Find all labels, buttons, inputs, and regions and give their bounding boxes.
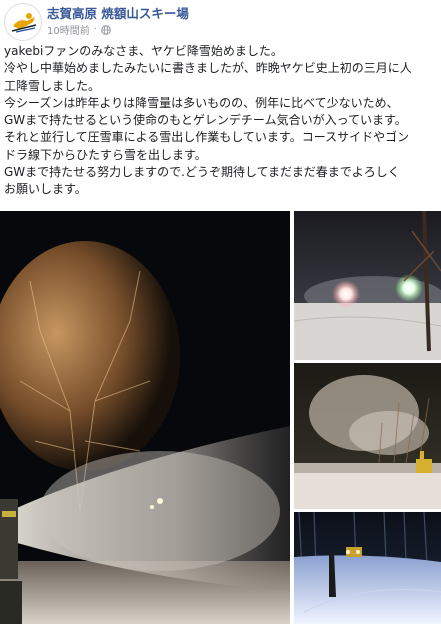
post-line: 今シーズンは昨年よりは降雪量は多いものの、例年に比べて少ないため、: [4, 95, 399, 110]
post-meta: 10時間前 ·: [47, 22, 111, 37]
page-name-link[interactable]: 志賀高原 焼額山スキー場: [47, 3, 189, 22]
page-avatar[interactable]: [4, 3, 42, 41]
post-line: ドラ線下からひたすら雪を出します。: [4, 147, 207, 162]
post-line: それと並行して圧雪車による雪出し作業もしています。コースサイドやゴン: [4, 130, 410, 145]
photo-snowmaking-lights[interactable]: [294, 211, 441, 360]
post-timestamp[interactable]: 10時間前: [47, 22, 90, 37]
meta-separator: ·: [93, 24, 97, 35]
post-line: yakebiファンのみなさま、ヤケビ降雪始めました。: [4, 44, 283, 58]
post-message: yakebiファンのみなさま、ヤケビ降雪始めました。 冷やし中華始めましたみたい…: [4, 43, 438, 199]
post-line: お願いします。: [4, 182, 87, 197]
post-line: 工降雪しました。: [4, 78, 101, 93]
post-header: 志賀高原 焼額山スキー場 10時間前 ·: [0, 0, 441, 41]
photo-snow-cannon-night[interactable]: [0, 211, 290, 624]
photo-grid: [0, 211, 441, 624]
globe-icon: [101, 24, 111, 35]
post-line: GWまで持たせる努力しますので.どうぞ期待してまだまだ春までよろしく: [4, 165, 400, 180]
post-line: GWまで持たせるという使命のもとゲレンデチーム気合いが入っています。: [4, 113, 407, 128]
photo-snow-gun-plume[interactable]: [294, 363, 441, 509]
skier-logo-icon: [6, 5, 41, 40]
post-line: 冷やし中華始めましたみたいに書きましたが、昨晩ヤケビ史上初の三月に人: [4, 61, 412, 76]
photo-groomer-trail[interactable]: [294, 512, 441, 624]
